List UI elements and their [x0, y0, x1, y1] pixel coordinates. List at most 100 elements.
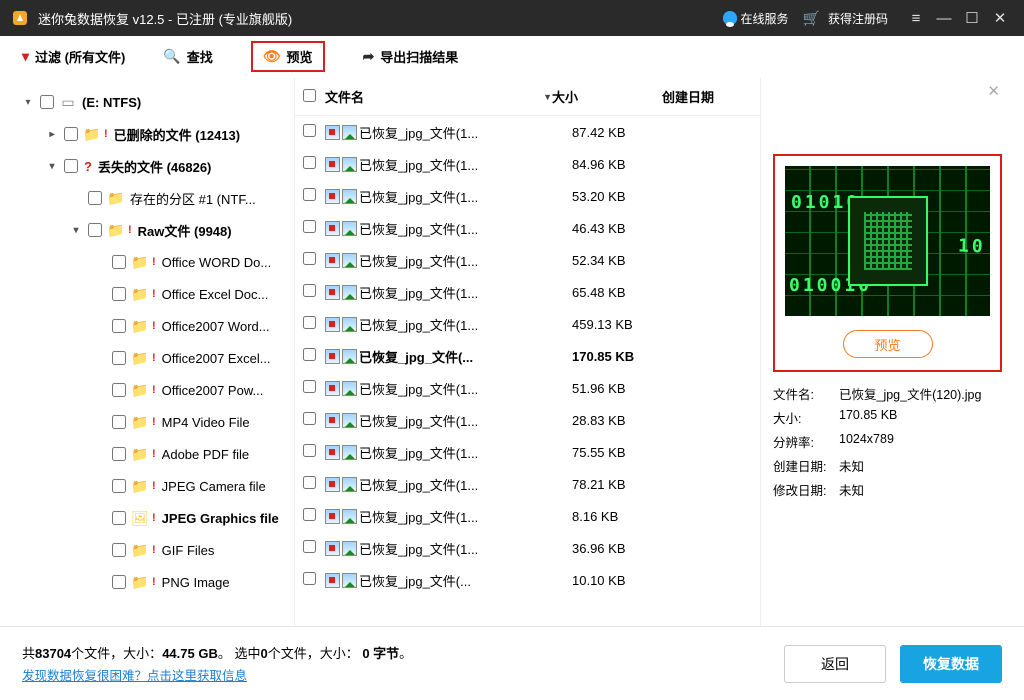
tree-checkbox[interactable] [112, 479, 126, 493]
file-name: 已恢复_jpg_文件(... [359, 571, 572, 590]
find-tool[interactable]: 🔍 查找 [163, 47, 212, 66]
disclosure-icon[interactable]: ▾ [22, 97, 34, 108]
back-button[interactable]: 返回 [784, 645, 886, 683]
folder-icon: 📁 [132, 446, 148, 462]
row-checkbox[interactable] [303, 284, 316, 297]
disclosure-icon[interactable]: ▸ [46, 129, 58, 140]
tree-checkbox[interactable] [112, 447, 126, 461]
table-row[interactable]: 已恢复_jpg_文件(1... 51.96 KB [295, 372, 760, 404]
get-reg-code-link[interactable]: 🛒 获得注册码 [803, 10, 888, 27]
table-row[interactable]: 已恢复_jpg_文件(1... 28.83 KB [295, 404, 760, 436]
table-row[interactable]: 已恢复_jpg_文件(... 10.10 KB [295, 564, 760, 596]
table-row[interactable]: 已恢复_jpg_文件(1... 84.96 KB [295, 148, 760, 180]
tree-type-label: JPEG Graphics file [162, 511, 279, 526]
col-filename[interactable]: 文件名▼ [325, 87, 552, 106]
row-checkbox[interactable] [303, 476, 316, 489]
menu-icon[interactable]: ≡ [902, 10, 930, 27]
disclosure-icon[interactable]: ▾ [46, 161, 58, 172]
tree-checkbox[interactable] [112, 511, 126, 525]
preview-tool[interactable]: 👁 预览 [251, 41, 325, 72]
table-row[interactable]: 已恢复_jpg_文件(1... 459.13 KB [295, 308, 760, 340]
tree-type-item[interactable]: 📁! GIF Files [16, 534, 294, 566]
recover-button[interactable]: 恢复数据 [900, 645, 1002, 683]
row-checkbox[interactable] [303, 348, 316, 361]
tree-type-item[interactable]: 📁! Adobe PDF file [16, 438, 294, 470]
tree-partition[interactable]: 📁 存在的分区 #1 (NTF... [16, 182, 294, 214]
tree-type-item[interactable]: 📁! JPEG Camera file [16, 470, 294, 502]
tree-type-item[interactable]: 📁! Office2007 Excel... [16, 342, 294, 374]
tree-lost[interactable]: ▾ ? 丢失的文件 (46826) [16, 150, 294, 182]
warn-icon: ! [104, 128, 108, 140]
row-checkbox[interactable] [303, 316, 316, 329]
tree-checkbox[interactable] [88, 223, 102, 237]
tree-type-item[interactable]: 📁! MP4 Video File [16, 406, 294, 438]
online-service-link[interactable]: 在线服务 [723, 10, 789, 27]
row-checkbox[interactable] [303, 156, 316, 169]
tree-type-item[interactable]: 📁! PNG Image [16, 566, 294, 598]
row-checkbox[interactable] [303, 220, 316, 233]
table-row[interactable]: 已恢复_jpg_文件(1... 36.96 KB [295, 532, 760, 564]
close-icon[interactable]: ✕ [986, 9, 1014, 27]
minimize-icon[interactable]: — [930, 10, 958, 27]
footer-help-link[interactable]: 发现数据恢复很困难？点击这里获取信息 [22, 665, 412, 684]
online-service-label: 在线服务 [741, 10, 789, 27]
table-row[interactable]: 已恢复_jpg_文件(1... 87.42 KB [295, 116, 760, 148]
filter-tool[interactable]: ▾ 过滤 (所有文件) [22, 47, 125, 66]
tree-type-label: MP4 Video File [162, 415, 250, 430]
table-row[interactable]: 已恢复_jpg_文件(1... 53.20 KB [295, 180, 760, 212]
tree-checkbox[interactable] [64, 159, 78, 173]
tree-checkbox[interactable] [112, 543, 126, 557]
meta-size-value: 170.85 KB [839, 408, 897, 427]
tree-type-item[interactable]: 🖼! JPEG Graphics file [16, 502, 294, 534]
row-checkbox[interactable] [303, 380, 316, 393]
tree-type-item[interactable]: 📁! Office2007 Pow... [16, 374, 294, 406]
select-all-checkbox[interactable] [303, 89, 316, 102]
row-checkbox[interactable] [303, 252, 316, 265]
table-row[interactable]: 已恢复_jpg_文件(1... 78.21 KB [295, 468, 760, 500]
file-size: 36.96 KB [572, 541, 682, 556]
export-tool[interactable]: ➦ 导出扫描结果 [363, 47, 459, 66]
col-date[interactable]: 创建日期 [662, 87, 752, 106]
tree-checkbox[interactable] [112, 383, 126, 397]
row-checkbox[interactable] [303, 124, 316, 137]
file-list[interactable]: 已恢复_jpg_文件(1... 87.42 KB 已恢复_jpg_文件(1...… [295, 116, 760, 626]
tree-checkbox[interactable] [112, 255, 126, 269]
row-checkbox[interactable] [303, 412, 316, 425]
table-row[interactable]: 已恢复_jpg_文件(1... 75.55 KB [295, 436, 760, 468]
tree-checkbox[interactable] [88, 191, 102, 205]
tree-checkbox[interactable] [112, 575, 126, 589]
maximize-icon[interactable]: ☐ [958, 9, 986, 27]
row-checkbox[interactable] [303, 508, 316, 521]
preview-button[interactable]: 预览 [843, 330, 933, 358]
row-checkbox[interactable] [303, 572, 316, 585]
row-checkbox[interactable] [303, 540, 316, 553]
row-checkbox[interactable] [303, 188, 316, 201]
table-row[interactable]: 已恢复_jpg_文件(1... 8.16 KB [295, 500, 760, 532]
tree-checkbox[interactable] [64, 127, 78, 141]
tree-checkbox[interactable] [112, 415, 126, 429]
tree-type-item[interactable]: 📁! Office2007 Word... [16, 310, 294, 342]
tree-checkbox[interactable] [40, 95, 54, 109]
preview-close-icon[interactable]: ✕ [987, 82, 1000, 100]
folder-icon: 📁 [132, 286, 148, 302]
disclosure-icon[interactable]: ▾ [70, 225, 82, 236]
folder-tree[interactable]: ▾ ▭ (E: NTFS) ▸ 📁! 已删除的文件 (12413) ▾ ? 丢失… [16, 78, 294, 626]
table-row[interactable]: 已恢复_jpg_文件(1... 65.48 KB [295, 276, 760, 308]
tree-deleted[interactable]: ▸ 📁! 已删除的文件 (12413) [16, 118, 294, 150]
table-row[interactable]: 已恢复_jpg_文件(1... 52.34 KB [295, 244, 760, 276]
tree-type-item[interactable]: 📁! Office WORD Do... [16, 246, 294, 278]
tree-checkbox[interactable] [112, 351, 126, 365]
file-size: 28.83 KB [572, 413, 682, 428]
row-checkbox[interactable] [303, 444, 316, 457]
tree-root[interactable]: ▾ ▭ (E: NTFS) [16, 86, 294, 118]
table-row[interactable]: 已恢复_jpg_文件(1... 46.43 KB [295, 212, 760, 244]
col-size[interactable]: 大小 [552, 87, 662, 106]
tree-raw[interactable]: ▾ 📁! Raw文件 (9948) [16, 214, 294, 246]
table-row[interactable]: 已恢复_jpg_文件(... 170.85 KB [295, 340, 760, 372]
meta-size-label: 大小: [773, 408, 839, 427]
tree-type-item[interactable]: 📁! Office Excel Doc... [16, 278, 294, 310]
tree-checkbox[interactable] [112, 287, 126, 301]
tree-checkbox[interactable] [112, 319, 126, 333]
tree-raw-label: Raw文件 (9948) [138, 221, 232, 240]
folder-icon: 📁 [132, 350, 148, 366]
